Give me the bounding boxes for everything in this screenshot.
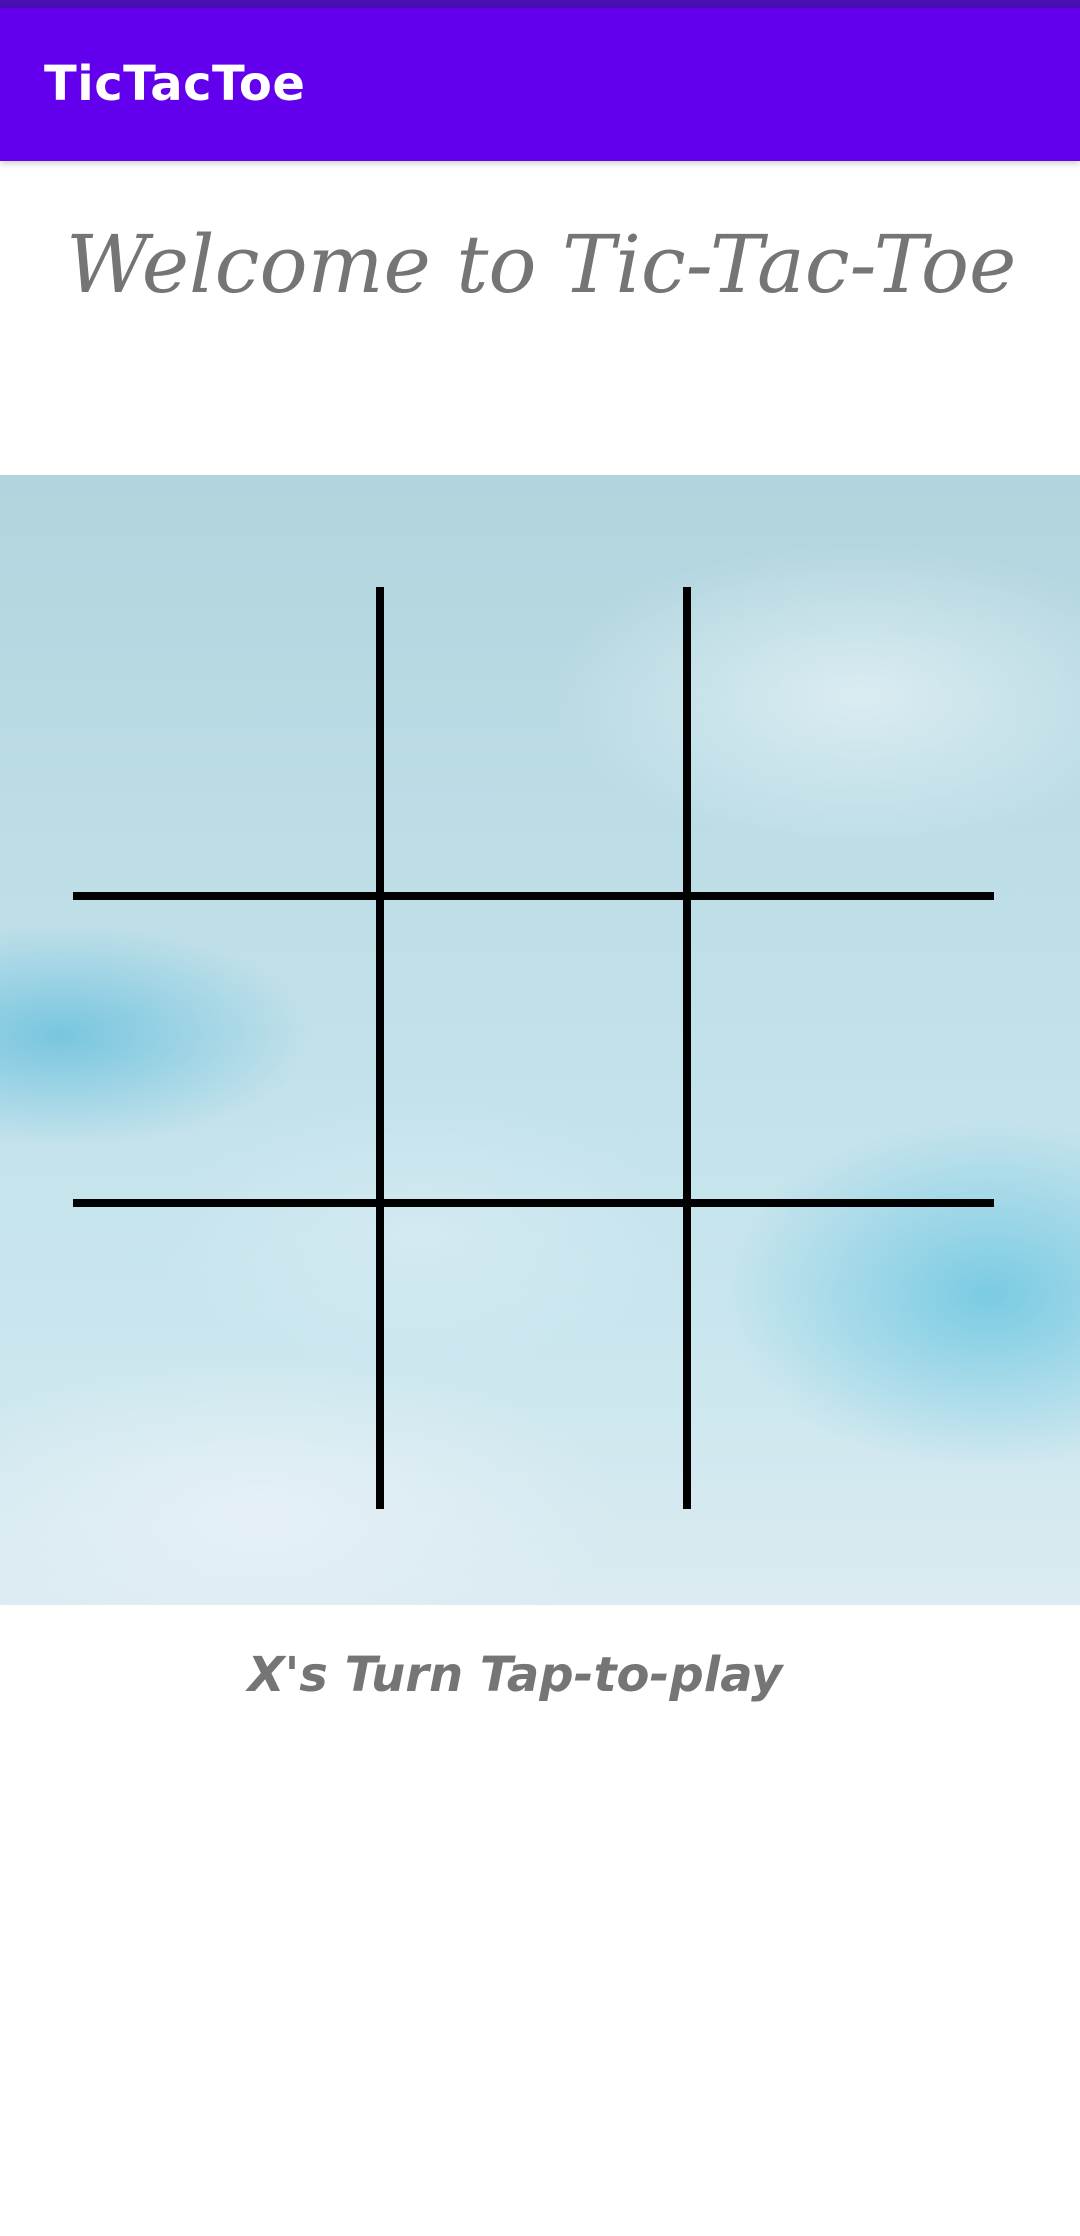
grid-line-vertical-1 [376,587,384,1509]
turn-status: X's Turn Tap-to-play [247,1647,783,1703]
grid-line-horizontal-2 [73,1199,994,1207]
grid-line-horizontal-1 [73,892,994,900]
welcome-heading: Welcome to Tic-Tac-Toe [66,218,1017,311]
app-title: TicTacToe [44,56,306,112]
grid-line-vertical-2 [683,587,691,1509]
app-bar: TicTacToe [0,8,1080,161]
game-board[interactable] [0,475,1080,1605]
status-bar [0,0,1080,8]
